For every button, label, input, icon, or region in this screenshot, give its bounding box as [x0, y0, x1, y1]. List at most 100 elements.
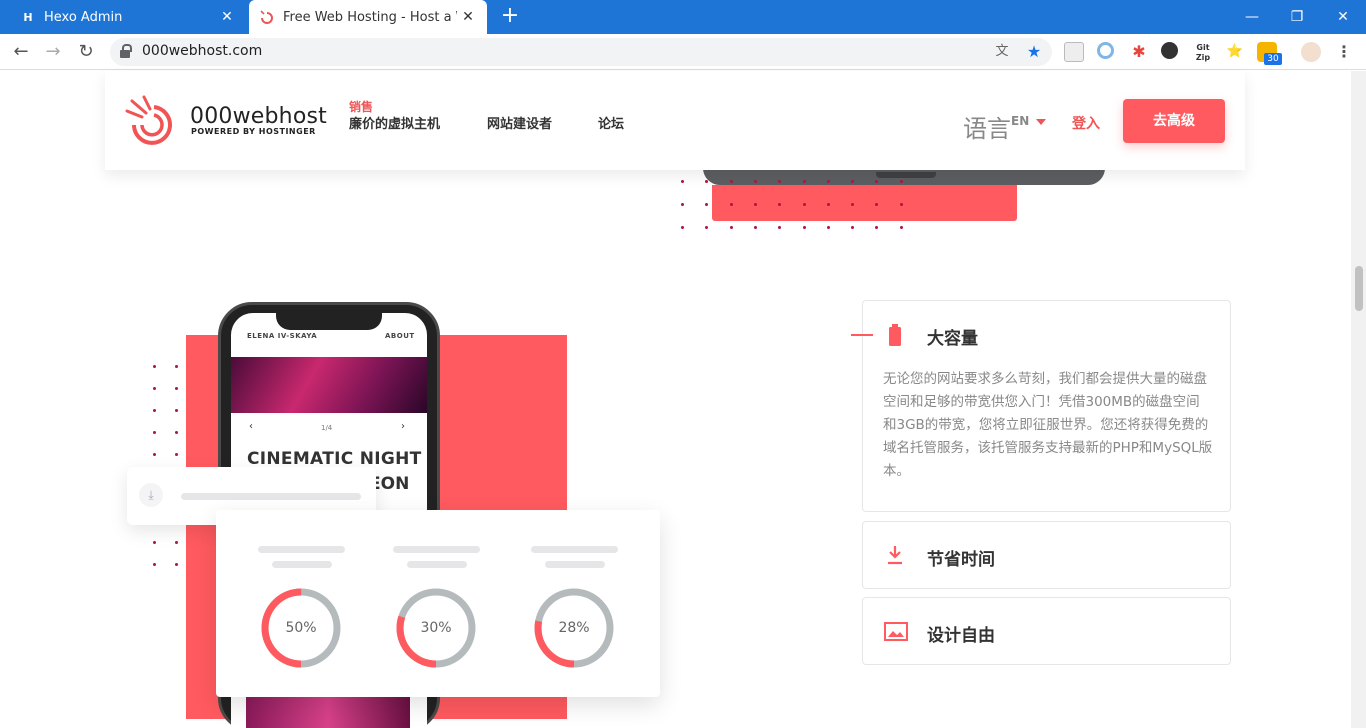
restore-icon[interactable]: ❐ [1274, 0, 1320, 34]
language-selector[interactable]: 语言 [963, 109, 1011, 144]
url-text: 000webhost.com [142, 43, 263, 59]
decorative-dot [705, 203, 709, 206]
scrollbar-thumb[interactable] [1355, 266, 1363, 311]
feature-card-design-freedom[interactable] [862, 597, 1231, 665]
feature-card-save-time[interactable] [862, 521, 1231, 589]
asterisk-extension-icon[interactable]: ✱ [1129, 42, 1149, 62]
tab-title: Free Web Hosting - Host a We [283, 9, 457, 25]
decorative-dot [899, 180, 903, 183]
lock-icon [120, 44, 132, 58]
chevron-right-icon: › [401, 421, 405, 432]
minimize-icon[interactable]: — [1229, 0, 1275, 34]
tab-title: Hexo Admin [44, 9, 123, 25]
feature-description: 无论您的网站要求多么苛刻，我们都会提供大量的磁盘空间和足够的带宽供您入门！凭借3… [883, 371, 1213, 479]
reload-icon[interactable]: ↻ [73, 39, 99, 65]
nav-cheap-hosting[interactable]: 廉价的虚拟主机 [349, 113, 440, 132]
decorative-dot [681, 180, 684, 183]
close-icon[interactable]: ✕ [457, 9, 479, 25]
download-icon [888, 546, 902, 565]
new-tab-button[interactable]: + [497, 4, 523, 30]
decorative-dot [175, 409, 178, 412]
decorative-dot [875, 226, 879, 229]
close-window-icon[interactable]: ✕ [1320, 0, 1366, 34]
placeholder-bar [545, 561, 605, 568]
upgrade-button[interactable]: 去高级 [1123, 99, 1225, 143]
chevron-down-icon[interactable] [1036, 119, 1046, 125]
dark-circle-extension-icon[interactable] [1161, 42, 1178, 59]
decorative-dot [802, 226, 806, 229]
tab-hexo-admin[interactable]: H Hexo Admin ✕ [8, 0, 246, 34]
decorative-dot [729, 203, 733, 206]
decorative-dot [802, 180, 806, 183]
decorative-dot [826, 180, 830, 183]
gitzip-extension-icon[interactable]: Git Zip [1193, 43, 1213, 63]
decorative-dot [899, 203, 903, 206]
000webhost-logo-icon[interactable] [124, 95, 182, 147]
tab-000webhost[interactable]: Free Web Hosting - Host a We ✕ [249, 0, 487, 34]
image-extension-icon[interactable] [1064, 42, 1084, 62]
decorative-dot [729, 226, 733, 229]
decorative-dot [681, 203, 684, 206]
address-bar[interactable]: 000webhost.com 文 ★ [110, 38, 1052, 66]
nav-forum[interactable]: 论坛 [598, 113, 624, 132]
login-link[interactable]: 登入 [1072, 113, 1100, 133]
placeholder-bar [407, 561, 467, 568]
stat-value: 30% [420, 620, 452, 636]
phone-author: ELENA IV-SKAYA [247, 332, 318, 340]
site-header: 000webhost POWERED BY HOSTINGER 销售 廉价的虚拟… [105, 71, 1245, 170]
phone-title-line1: CINEMATIC NIGHT [247, 449, 422, 469]
decorative-dot [153, 365, 156, 368]
stats-card [216, 510, 660, 697]
nav-website-builder[interactable]: 网站建设者 [487, 113, 552, 132]
logo-name[interactable]: 000webhost [190, 104, 327, 129]
decorative-dot [153, 409, 156, 412]
decorative-dot [851, 226, 855, 229]
decorative-dot [153, 431, 156, 434]
decorative-dot [175, 365, 178, 368]
page-scrollbar[interactable] [1351, 71, 1366, 728]
decorative-dot [175, 453, 178, 456]
placeholder-bar [531, 546, 618, 553]
phone-page-indicator: 1/4 [321, 424, 333, 432]
extension-count-badge: 30 [1264, 53, 1282, 65]
tab-strip: H Hexo Admin ✕ Free Web Hosting - Host a… [0, 0, 1366, 34]
phone-about: ABOUT [385, 332, 415, 340]
close-icon[interactable]: ✕ [216, 9, 238, 25]
decorative-dot [153, 453, 156, 456]
decorative-dot [826, 226, 830, 229]
star-icon[interactable]: ★ [1025, 43, 1043, 61]
chevron-left-icon: ‹ [249, 421, 253, 432]
decorative-dot [802, 203, 806, 206]
decorative-dot [175, 431, 178, 434]
phone-hero-image [231, 357, 427, 413]
decorative-dot [705, 180, 709, 183]
decorative-dot [729, 180, 733, 183]
feature-title: 节省时间 [927, 550, 995, 570]
bookmark-extension-icon[interactable]: ⭐ [1225, 42, 1245, 62]
decorative-dot [681, 226, 684, 229]
back-arrow-icon[interactable]: ← [8, 39, 34, 65]
menu-icon[interactable]: ⋮ [1334, 42, 1354, 62]
placeholder-bar [272, 561, 332, 568]
000webhost-favicon-icon [259, 9, 275, 25]
stat-value: 50% [285, 620, 317, 636]
phone-notch [276, 305, 382, 330]
laptop-notch [876, 172, 936, 178]
decorative-dot [153, 387, 156, 390]
language-code[interactable]: EN [1011, 114, 1029, 128]
decorative-dot [175, 563, 178, 566]
decorative-dot [153, 541, 156, 544]
circle-extension-icon[interactable] [1097, 42, 1114, 59]
decorative-dot [826, 203, 830, 206]
phone-bottom-image [246, 697, 410, 728]
translate-icon[interactable]: 文 [993, 43, 1011, 61]
placeholder-bar [181, 493, 361, 500]
forward-arrow-icon[interactable]: → [40, 39, 66, 65]
decorative-dot [753, 226, 757, 229]
avatar[interactable] [1301, 42, 1321, 62]
feature-title: 设计自由 [927, 626, 995, 646]
decorative-dot [778, 226, 782, 229]
decorative-dot [753, 180, 757, 183]
placeholder-bar [258, 546, 345, 553]
stat-value: 28% [558, 620, 590, 636]
